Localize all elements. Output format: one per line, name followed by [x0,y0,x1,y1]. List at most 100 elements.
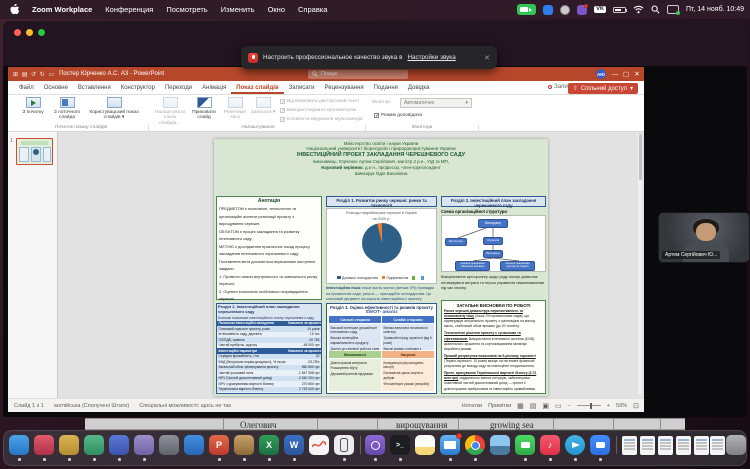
menu-help[interactable]: Справка [298,5,327,14]
powerpoint-dock-icon[interactable]: P [209,435,229,455]
wifi-icon[interactable] [633,5,644,14]
zoom-in-button[interactable]: + [607,403,610,409]
tab-help[interactable]: Довідка [403,81,435,94]
presenter-view-checkbox[interactable]: Режим доповідача [374,113,422,118]
dock-icon-3[interactable] [59,435,79,455]
vertical-scrollbar[interactable] [638,134,642,394]
dock-icon-5[interactable] [109,435,129,455]
close-traffic-light[interactable] [14,29,21,36]
wave-app-dock-icon[interactable] [309,435,329,455]
use-timings-checkbox[interactable]: Використовувати хронометраж [280,108,356,113]
document-icon-6[interactable] [710,436,725,455]
blue-app-status-icon[interactable] [543,5,553,15]
account-avatar[interactable]: АЮ [596,69,606,79]
dock-icon-7[interactable] [159,435,179,455]
record-slideshow-button[interactable]: Записати ▾ [250,97,276,115]
normal-view-icon[interactable]: ▦ [517,402,524,410]
dock-icon-2[interactable] [34,435,54,455]
tab-insert[interactable]: Вставлення [73,81,116,94]
dock-icon-6[interactable] [134,435,154,455]
battery-icon[interactable] [613,7,626,13]
tab-home[interactable]: Основне [39,81,73,94]
menu-conference[interactable]: Конференция [105,5,153,14]
reading-view-icon[interactable]: ▣ [542,402,549,410]
hide-slide-button[interactable]: Приховати слайд [189,97,219,121]
iphone-mirroring-dock-icon[interactable] [334,435,354,455]
contacts-dock-icon[interactable] [234,435,254,455]
menu-bar-clock[interactable]: Пт, 14 нояб. 10:49 [686,6,744,13]
tab-view[interactable]: Подання [369,81,403,94]
maximize-button[interactable]: ▢ [621,67,631,81]
menu-view[interactable]: Посмотреть [166,5,207,14]
weather-dock-icon[interactable] [490,435,510,455]
share-button[interactable]: ⇧Спільний доступ▾ [568,83,638,94]
vk-status-icon[interactable]: VK [594,6,606,14]
setup-show-button[interactable]: Налаштувати показ слайдів… [153,97,187,126]
telegram-dock-icon[interactable] [565,435,585,455]
menu-window[interactable]: Окно [268,5,285,14]
audio-settings-link[interactable]: Настройки звука [407,54,455,61]
mail-dock-icon[interactable] [440,435,460,455]
minimize-traffic-light[interactable] [26,29,33,36]
comments-button[interactable]: Примітки [488,403,511,409]
zoom-out-button[interactable]: − [568,403,571,409]
dock-icon-8[interactable] [184,435,204,455]
zoom-traffic-light[interactable] [38,29,45,36]
accessibility-status[interactable]: Спеціальні можливості: щось не так [139,403,231,409]
viber-dock-icon[interactable] [365,435,385,455]
trash-icon[interactable] [726,435,746,455]
menu-edit[interactable]: Изменить [221,5,255,14]
control-center-icon[interactable] [667,5,679,14]
slide[interactable]: Міністерство освіти і науки України Наці… [214,139,548,396]
search-icon[interactable] [651,5,660,14]
media-controls-checkbox[interactable]: Елементи керування мультимедіа [280,117,363,122]
fit-to-window-icon[interactable]: ⊡ [633,402,639,410]
facetime-dock-icon[interactable] [515,435,535,455]
dock-icon-4[interactable] [84,435,104,455]
document-icon-3[interactable] [658,436,673,455]
close-icon[interactable]: ✕ [484,54,490,62]
tab-record[interactable]: Записати [284,81,320,94]
slideshow-view-icon[interactable]: ▭ [555,402,562,410]
tab-animations[interactable]: Анімація [197,81,231,94]
search-input[interactable]: Пошук [308,70,408,79]
chrome-dock-icon[interactable] [465,435,485,455]
zoom-percentage[interactable]: 59% [616,403,627,409]
rehearse-timings-button[interactable]: Репетиція часу [221,97,249,121]
tab-slideshow[interactable]: Показ слайдів [231,81,283,94]
from-start-button[interactable]: З початку [18,97,48,115]
play-narrations-checkbox[interactable]: Відтворювати дикторський текст [280,99,359,104]
slide-thumbnail-panel[interactable]: 1 [8,132,58,398]
document-icon-1[interactable] [622,436,637,455]
notes-button[interactable]: Нотатки [462,403,482,409]
notes-dock-icon[interactable] [415,435,435,455]
tab-transitions[interactable]: Переходи [160,81,197,94]
apple-logo-icon[interactable] [10,4,19,15]
tab-review[interactable]: Рецензування [320,81,369,94]
music-dock-icon[interactable]: ♪ [540,435,560,455]
tab-design[interactable]: Конструктор [116,81,160,94]
document-icon-4[interactable] [676,436,691,455]
participant-video-tile[interactable]: Артем Сергійович Ю... [658,212,750,263]
viber-status-icon[interactable] [577,5,587,15]
custom-show-button[interactable]: Користувацький показ слайдів ▾ [88,97,140,121]
globe-status-icon[interactable] [560,5,570,15]
menu-app-name[interactable]: Zoom Workplace [32,5,92,14]
document-icon-5[interactable] [694,436,709,455]
screen-share-indicator-icon[interactable] [517,4,536,15]
terminal-dock-icon[interactable]: >_ [390,435,410,455]
zoom-dock-icon[interactable] [590,435,610,455]
close-button[interactable]: ✕ [632,67,642,81]
document-icon-2[interactable] [640,436,655,455]
monitor-dropdown[interactable]: Автоматично▾ [400,98,472,108]
quick-access-toolbar-icons[interactable]: ⊞ ▤ ↺ ↻ ▭ [13,71,55,78]
language-indicator[interactable]: англійська (Сполучені Штати) [54,403,129,409]
slide-sorter-icon[interactable]: ▤ [530,402,537,410]
zoom-slider[interactable] [577,405,601,406]
slide-thumbnail[interactable] [16,138,53,165]
finder-icon[interactable] [9,435,29,455]
minimize-button[interactable]: — [610,67,620,81]
from-current-slide-button[interactable]: З поточного слайда [50,97,84,121]
excel-dock-icon[interactable]: X [259,435,279,455]
word-dock-icon[interactable]: W [284,435,304,455]
